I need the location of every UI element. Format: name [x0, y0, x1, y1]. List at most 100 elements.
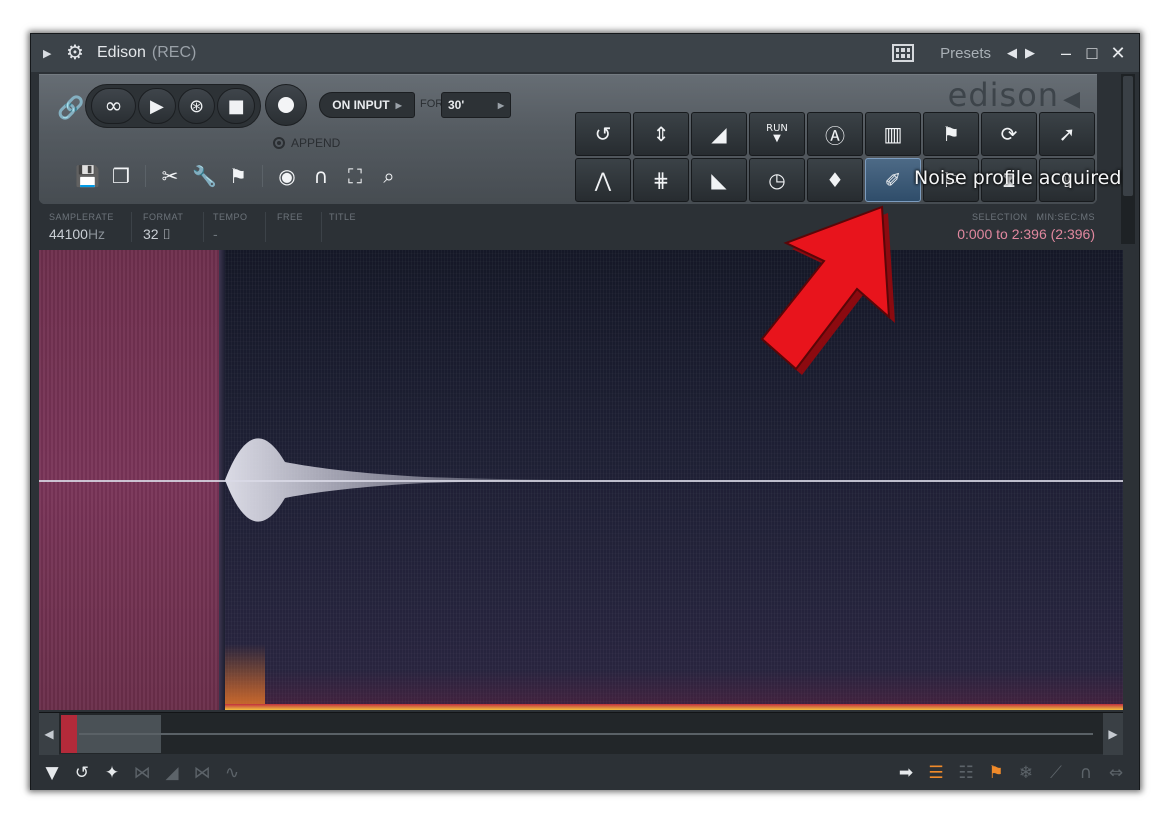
time-stretch-button[interactable]: ◷: [749, 158, 805, 202]
scroll-left-icon[interactable]: ◀: [39, 713, 59, 755]
eq-button[interactable]: ▥: [865, 112, 921, 156]
magnet-snap-icon[interactable]: ∩: [1071, 763, 1101, 783]
declick-button[interactable]: ⋕: [633, 158, 689, 202]
save-icon[interactable]: 💾: [75, 164, 100, 188]
preset-prev-icon[interactable]: ◀: [1003, 45, 1021, 61]
drop-icon: ♦: [826, 168, 844, 192]
pattern-button[interactable]: ⊛: [177, 88, 216, 124]
duration-value: 30': [448, 98, 465, 112]
swap-icon[interactable]: ⇔: [1101, 763, 1131, 783]
record-button[interactable]: [265, 84, 307, 126]
snowflake-icon[interactable]: ❄: [1011, 763, 1041, 783]
normalize-icon: ⇕: [652, 122, 670, 146]
samplerate-unit: Hz: [87, 226, 106, 242]
equalizer-icon: ▥: [883, 122, 903, 146]
gear-icon[interactable]: ⚙: [63, 43, 87, 63]
run-script-button[interactable]: RUN ▼: [749, 112, 805, 156]
edison-logo: edison ◀: [948, 76, 1081, 114]
center-line: [39, 480, 1123, 482]
tuning-icon: Ⓐ: [825, 123, 845, 148]
wrench-icon[interactable]: 🔧: [192, 164, 217, 188]
loop-tool-button[interactable]: ⟳: [981, 112, 1037, 156]
edit-tools: 💾 ❐ ✂ 🔧 ⚑ ◉ ∩ ⛶ ⌕: [75, 164, 401, 188]
undo-icon[interactable]: ↺: [67, 763, 97, 783]
keyboard-grid-icon[interactable]: [892, 44, 915, 62]
selection-field: SELECTION MIN:SEC:MS 0:000 to 2:396 (2:3…: [939, 212, 1095, 242]
tempo-value: -: [213, 226, 218, 242]
record-icon: [278, 97, 294, 113]
close-icon[interactable]: ✕: [1105, 43, 1131, 64]
scroll-right-icon[interactable]: ▶: [1103, 713, 1123, 755]
spectrogram-view[interactable]: [39, 250, 1123, 710]
format-value: 32: [143, 226, 159, 242]
stop-button[interactable]: ■: [217, 88, 255, 124]
append-radio[interactable]: [273, 137, 285, 149]
auto-tune-button[interactable]: Ⓐ: [807, 112, 863, 156]
overview-selection: [61, 715, 77, 753]
loop-button[interactable]: ∞: [91, 88, 137, 124]
reverse-button[interactable]: ↺: [575, 112, 631, 156]
cursor-icon: ➚: [1058, 122, 1076, 146]
fade-in-icon: ◢: [711, 122, 727, 146]
slope-icon[interactable]: ⟋: [1041, 763, 1071, 783]
rotate-icon: ↺: [594, 122, 612, 146]
chevron-right-icon: ▶: [497, 100, 504, 110]
tempo-field: TEMPO -: [213, 212, 248, 242]
format-icon[interactable]: ⌷: [162, 226, 170, 242]
menu-down-icon[interactable]: ▼: [37, 763, 67, 783]
presets-label[interactable]: Presets: [940, 45, 991, 62]
curve-icon[interactable]: ∿: [217, 763, 247, 783]
record-mode-select[interactable]: ON INPUT ▶: [319, 92, 415, 118]
markers-list-icon[interactable]: ☰: [921, 763, 951, 783]
play-icon: ▶: [150, 95, 164, 117]
magnet-icon[interactable]: ∩: [309, 164, 333, 188]
toolbar-scrollbar[interactable]: [1121, 74, 1135, 244]
append-option[interactable]: APPEND: [273, 136, 340, 150]
clock-icon: ◷: [768, 168, 786, 192]
format-field: FORMAT 32 ⌷: [143, 212, 184, 242]
overview-scrollbar[interactable]: ◀ ▶: [39, 712, 1123, 755]
crossfade-icon[interactable]: ⋈: [187, 763, 217, 783]
record-mode-value: ON INPUT: [332, 98, 390, 112]
add-marker-button[interactable]: ⚑: [923, 112, 979, 156]
select-tool-button[interactable]: ➚: [1039, 112, 1095, 156]
waveform-tool-icon[interactable]: ✦: [97, 763, 127, 783]
title-bar: ▶ ⚙ Edison (REC) Presets ◀ ▶ – □ ✕: [31, 34, 1139, 72]
free-field: FREE: [277, 212, 304, 222]
stop-icon: ■: [227, 95, 245, 117]
window-title: Edison: [97, 44, 146, 61]
marker-flag-icon[interactable]: ⚑: [226, 164, 250, 188]
logo-text: edison: [947, 76, 1060, 114]
play-button[interactable]: ▶: [138, 88, 176, 124]
preset-next-icon[interactable]: ▶: [1021, 45, 1039, 61]
minimize-icon[interactable]: –: [1053, 43, 1079, 64]
speaker-icon[interactable]: ◀: [1063, 87, 1081, 112]
transport-controls: ∞ ▶ ⊛ ■: [85, 84, 261, 128]
fade-in-button[interactable]: ◢: [691, 112, 747, 156]
samplerate-field: SAMPLERATE 44100Hz: [49, 212, 114, 242]
title-field: TITLE: [329, 212, 357, 222]
arrow-right-icon[interactable]: ➡: [891, 763, 921, 783]
collapse-arrow-icon[interactable]: ▶: [43, 47, 63, 60]
sampler-button[interactable]: ♦: [807, 158, 863, 202]
blur-button[interactable]: ⋀: [575, 158, 631, 202]
noise-profile-button[interactable]: ✐: [865, 158, 921, 202]
duration-select[interactable]: 30' ▶: [441, 92, 511, 118]
link-icon[interactable]: 🔗: [57, 96, 84, 121]
marker-icon[interactable]: ⚑: [981, 763, 1011, 783]
copy-icon[interactable]: ❐: [109, 164, 133, 188]
fade-out-button[interactable]: ◣: [691, 158, 747, 202]
zoom-icon[interactable]: ⌕: [377, 164, 401, 188]
normalize-button[interactable]: ⇕: [633, 112, 689, 156]
chevron-down-icon: ▼: [773, 133, 781, 144]
fade-icon[interactable]: ◢: [157, 763, 187, 783]
trim-icon[interactable]: ⋈: [127, 763, 157, 783]
grid-list-icon[interactable]: ☷: [951, 763, 981, 783]
select-frame-icon[interactable]: ⛶: [343, 164, 367, 188]
annotation-arrow-icon: [760, 205, 895, 375]
for-label: FOR: [420, 98, 444, 110]
eye-icon[interactable]: ◉: [275, 164, 299, 188]
scissors-icon[interactable]: ✂: [158, 164, 182, 188]
reel-icon: ⊛: [189, 95, 205, 117]
maximize-icon[interactable]: □: [1079, 43, 1105, 64]
